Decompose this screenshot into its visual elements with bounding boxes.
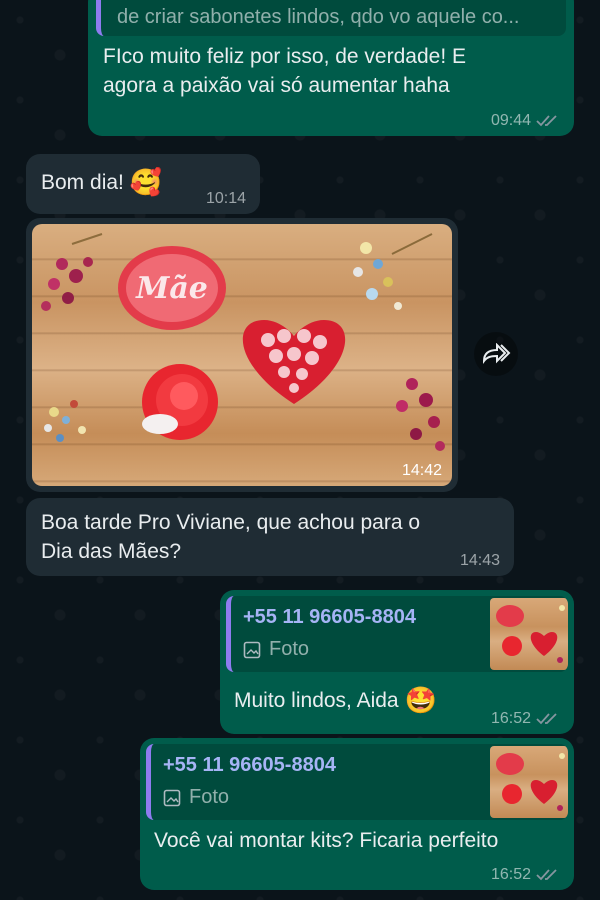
message-time: 14:42 bbox=[401, 462, 442, 479]
message-time: 14:43 bbox=[459, 552, 500, 569]
message-incoming[interactable]: Boa tarde Pro Viviane, que achou para o … bbox=[26, 498, 514, 576]
message-meta: 16:52 bbox=[491, 710, 560, 728]
forward-arrow-icon bbox=[482, 343, 511, 364]
quoted-message[interactable]: +55 11 96605-8804 Foto bbox=[146, 744, 568, 820]
quoted-message[interactable]: +55 11 96605-8804 Foto bbox=[226, 596, 568, 672]
image-icon bbox=[243, 641, 261, 658]
message-meta: 09:44 bbox=[491, 112, 560, 130]
message-meta: 14:42 bbox=[402, 462, 442, 480]
message-meta: 16:52 bbox=[491, 866, 560, 884]
message-time: 16:52 bbox=[490, 710, 531, 727]
quoted-text: de criar sabonetes lindos, qdo vo aquele… bbox=[117, 6, 520, 28]
soap-label-text: Mãe bbox=[135, 271, 208, 306]
message-text: Você vai montar kits? Ficaria perfeito bbox=[154, 829, 499, 852]
message-meta: 14:43 bbox=[460, 552, 500, 570]
message-outgoing[interactable]: de criar sabonetes lindos, qdo vo aquele… bbox=[88, 0, 574, 136]
message-text: Boa tarde Pro Viviane, que achou para o … bbox=[41, 511, 421, 563]
message-incoming[interactable]: Bom dia! 🥰 10:14 bbox=[26, 154, 260, 214]
soap-photo-illustration: Mãe bbox=[41, 233, 445, 451]
message-text: Muito lindos, Aida 🤩 bbox=[234, 685, 437, 715]
double-check-icon bbox=[536, 869, 557, 881]
message-text: Bom dia! 🥰 bbox=[41, 167, 163, 197]
image-icon bbox=[163, 789, 181, 806]
quoted-message[interactable]: de criar sabonetes lindos, qdo vo aquele… bbox=[96, 0, 566, 36]
double-check-icon bbox=[536, 115, 557, 127]
quoted-sender: +55 11 96605-8804 bbox=[163, 754, 336, 776]
quoted-sender: +55 11 96605-8804 bbox=[243, 606, 416, 628]
message-meta: 10:14 bbox=[206, 190, 246, 208]
message-text: FIco muito feliz por isso, de verdade! E… bbox=[103, 45, 466, 97]
message-time: 09:44 bbox=[490, 112, 531, 129]
quoted-type: Foto bbox=[163, 786, 229, 809]
double-check-icon bbox=[536, 713, 557, 725]
quoted-photo-thumbnail bbox=[490, 746, 568, 818]
smiling-face-hearts-icon: 🥰 bbox=[129, 167, 163, 197]
message-time: 10:14 bbox=[205, 190, 246, 207]
star-struck-icon: 🤩 bbox=[404, 685, 437, 715]
message-outgoing[interactable]: +55 11 96605-8804 Foto Você vai montar k… bbox=[140, 738, 574, 890]
message-time: 16:52 bbox=[490, 866, 531, 883]
photo-image[interactable]: Mãe 14:42 bbox=[32, 224, 452, 486]
forward-button[interactable] bbox=[474, 332, 518, 376]
quoted-photo-thumbnail bbox=[490, 598, 568, 670]
quoted-type: Foto bbox=[243, 638, 309, 661]
message-outgoing[interactable]: +55 11 96605-8804 Foto Muito lindos, Aid… bbox=[220, 590, 574, 734]
message-incoming-photo[interactable]: Mãe 14:42 bbox=[26, 218, 458, 492]
